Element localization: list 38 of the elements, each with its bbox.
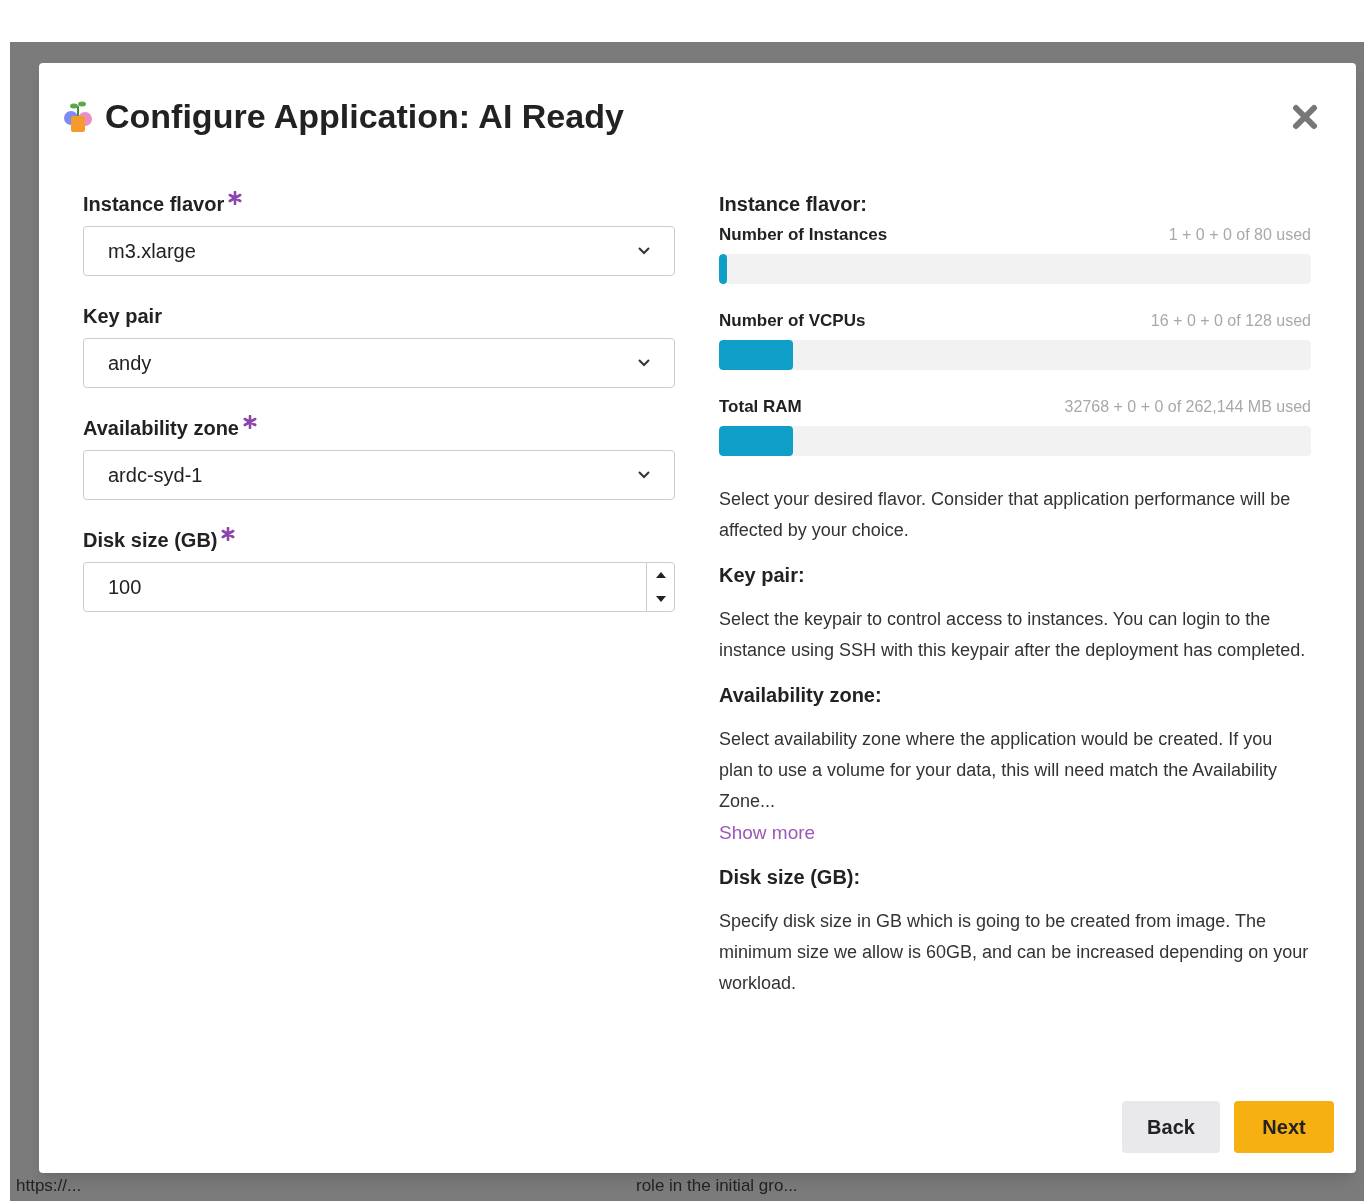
quota-reading: 1 + 0 + 0 of 80 used [1168, 225, 1311, 245]
background-text: role in the initial gro... [636, 1175, 798, 1197]
section-heading: Instance flavor: [719, 192, 868, 217]
field-label: Instance flavor [83, 192, 225, 217]
help-heading: Disk size (GB): [719, 865, 862, 890]
background-text: https://... [16, 1175, 83, 1197]
field-label: Disk size (GB) [83, 528, 218, 553]
quota-label: Number of VCPUs [719, 310, 866, 333]
number-field[interactable]: 100 [83, 562, 675, 612]
required-asterisk-icon [242, 415, 257, 429]
chevron-down-icon [638, 359, 650, 367]
select-field[interactable]: m3.xlarge [83, 226, 675, 276]
field-label: Availability zone [83, 416, 239, 441]
quota-label: Total RAM [719, 396, 802, 419]
chevron-down-icon [638, 247, 650, 255]
help-text: Select availability zone where the application would be created. If you plan to use a volume for your data, this will need match the Availability Zone... [719, 728, 1278, 813]
help-text: Select the keypair to control access to instances. You can login to the instance using SSH with this keypair after the deployment has completed. [719, 608, 1307, 662]
show-more-link[interactable]: Show more [719, 817, 816, 848]
close-icon[interactable] [1292, 103, 1318, 130]
select-field[interactable]: andy [83, 338, 675, 388]
help-heading: Availability zone: [719, 683, 883, 708]
required-asterisk-icon [221, 527, 236, 541]
help-text: Specify disk size in GB which is going to be created from image. The minimum size we allow is 60GB, and can be increased depending on your workload. [719, 910, 1310, 995]
help-heading: Key pair: [719, 563, 806, 588]
quota-reading: 16 + 0 + 0 of 128 used [1150, 311, 1311, 331]
next-button[interactable]: Next [1234, 1101, 1334, 1153]
help-text: Select your desired flavor. Consider that application performance will be affected by your choice. [719, 488, 1292, 542]
select-field[interactable]: ardc-syd-1 [83, 450, 675, 500]
quota-reading: 32768 + 0 + 0 of 262,144 MB used [1064, 397, 1311, 417]
app-icon [63, 99, 93, 134]
quota-label: Number of Instances [719, 224, 888, 247]
chevron-down-icon [638, 471, 650, 479]
spin-down-icon[interactable] [655, 596, 666, 602]
spin-up-icon[interactable] [655, 572, 666, 578]
back-button[interactable]: Back [1122, 1101, 1220, 1153]
required-asterisk-icon [228, 191, 243, 205]
field-label: Key pair [83, 304, 162, 329]
dialog-title: Configure Application: AI Ready [105, 96, 624, 137]
